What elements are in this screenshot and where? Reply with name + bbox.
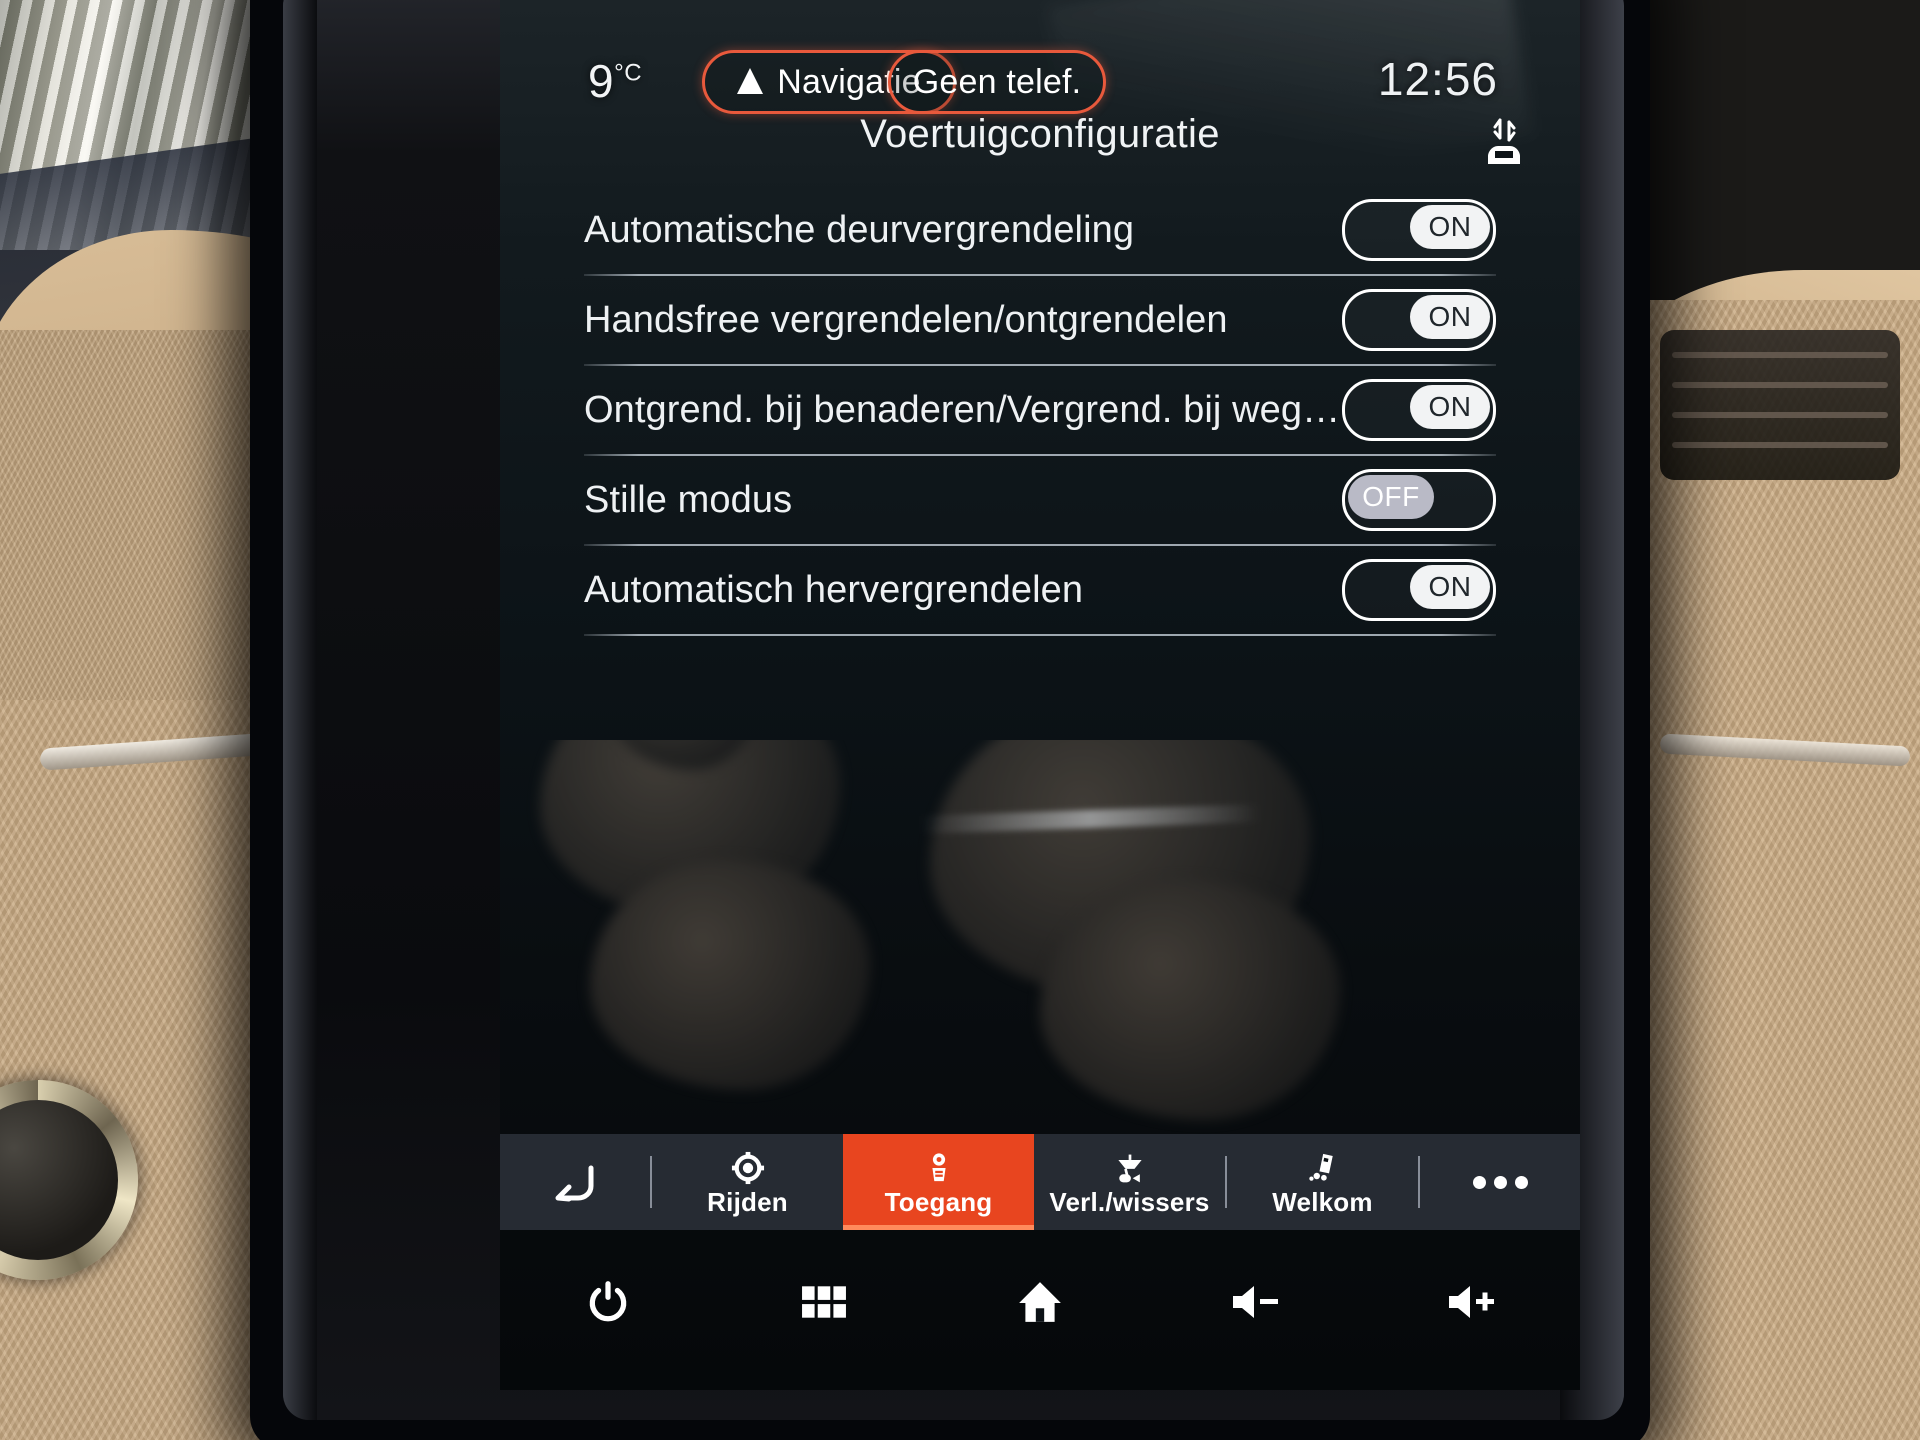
lights-wipers-icon: [1113, 1147, 1147, 1185]
power-button[interactable]: [553, 1267, 663, 1337]
bezel-edge-left: [283, 0, 317, 1420]
air-vent-slat: [1672, 382, 1888, 388]
back-arrow-icon: [555, 1165, 594, 1202]
page-title: Voertuigconfiguratie: [860, 112, 1220, 156]
air-vent-slat: [1672, 412, 1888, 418]
setting-toggle[interactable]: ON: [1342, 199, 1496, 261]
temperature-value: 9: [588, 55, 615, 107]
welcome-driver-icon: [1307, 1147, 1339, 1185]
tab-separator: [1418, 1156, 1420, 1208]
row-divider: [584, 634, 1496, 636]
toggle-state-label: ON: [1410, 205, 1490, 249]
navigation-arrow-icon: [737, 68, 764, 94]
setting-toggle[interactable]: OFF: [1342, 469, 1496, 531]
tab-label: Verl./wissers: [1049, 1186, 1210, 1217]
volume-up-icon: [1449, 1286, 1494, 1318]
toggle-state-label: ON: [1410, 565, 1490, 609]
steering-driving-icon: [731, 1147, 765, 1185]
setting-row[interactable]: Automatisch hervergrendelen ON: [584, 546, 1496, 634]
tab-welkom[interactable]: Welkom: [1227, 1134, 1418, 1230]
volume-down-button[interactable]: [1201, 1267, 1311, 1337]
setting-label: Automatische deurvergrendeling: [584, 208, 1135, 251]
status-bar: 9°C Navigatie Geen telef. 12:56: [500, 28, 1580, 114]
power-icon: [589, 1281, 627, 1322]
setting-toggle[interactable]: ON: [1342, 559, 1496, 621]
home-icon: [1019, 1282, 1061, 1322]
more-options-button[interactable]: [1420, 1134, 1580, 1230]
volume-up-button[interactable]: [1417, 1267, 1527, 1337]
settings-list: Automatische deurvergrendeling ON Handsf…: [584, 186, 1496, 636]
apps-grid-icon: [802, 1286, 846, 1318]
outside-temperature: 9°C: [588, 54, 642, 108]
toggle-state-label: ON: [1410, 385, 1490, 429]
toggle-state-label: ON: [1410, 295, 1490, 339]
toggle-state-label: OFF: [1348, 475, 1434, 519]
setting-toggle[interactable]: ON: [1342, 379, 1496, 441]
phone-pill[interactable]: Geen telef.: [888, 50, 1106, 114]
tab-label: Toegang: [884, 1186, 993, 1217]
category-tab-bar: Rijden Toegang Verl./wissers Welkom: [500, 1134, 1580, 1230]
start-stop-knob-label: RTNEP: [0, 1150, 76, 1222]
setting-label: Automatisch hervergrendelen: [584, 568, 1084, 611]
setting-row[interactable]: Stille modus OFF: [584, 456, 1496, 544]
setting-label: Stille modus: [584, 478, 793, 521]
air-vent-slat: [1672, 442, 1888, 448]
setting-row[interactable]: Automatische deurvergrendeling ON: [584, 186, 1496, 274]
tab-label: Rijden: [707, 1186, 788, 1217]
tab-label: Welkom: [1272, 1186, 1373, 1217]
setting-label: Handsfree vergrendelen/ontgrendelen: [584, 298, 1228, 341]
tab-separator: [1225, 1156, 1227, 1208]
clock: 12:56: [1377, 53, 1498, 105]
back-button[interactable]: [500, 1134, 650, 1230]
volume-down-icon: [1233, 1286, 1278, 1318]
photo-scene: RTNEP 9°C Navigatie Geen telef.: [0, 0, 1920, 1440]
more-dots-icon: [1472, 1175, 1528, 1189]
tab-rijden[interactable]: Rijden: [652, 1134, 843, 1230]
infotainment-screen[interactable]: 9°C Navigatie Geen telef. 12:56 Voertuig…: [500, 0, 1580, 1390]
apps-button[interactable]: [769, 1267, 879, 1337]
phone-pill-label: Geen telef.: [912, 62, 1082, 101]
setting-row[interactable]: Ontgrend. bij benaderen/Vergrend. bij we…: [584, 366, 1496, 454]
vehicle-ride-height-icon[interactable]: [1482, 118, 1524, 168]
setting-label: Ontgrend. bij benaderen/Vergrend. bij we…: [584, 388, 1341, 431]
temperature-unit: °C: [614, 59, 643, 87]
system-bar: [500, 1254, 1580, 1350]
key-access-icon: [923, 1147, 955, 1185]
air-vent-slat: [1672, 352, 1888, 358]
tab-verlichting-wissers[interactable]: Verl./wissers: [1034, 1134, 1225, 1230]
setting-toggle[interactable]: ON: [1342, 289, 1496, 351]
setting-row[interactable]: Handsfree vergrendelen/ontgrendelen ON: [584, 276, 1496, 364]
home-button[interactable]: [985, 1267, 1095, 1337]
tab-separator: [650, 1156, 652, 1208]
tab-toegang[interactable]: Toegang: [843, 1134, 1034, 1230]
